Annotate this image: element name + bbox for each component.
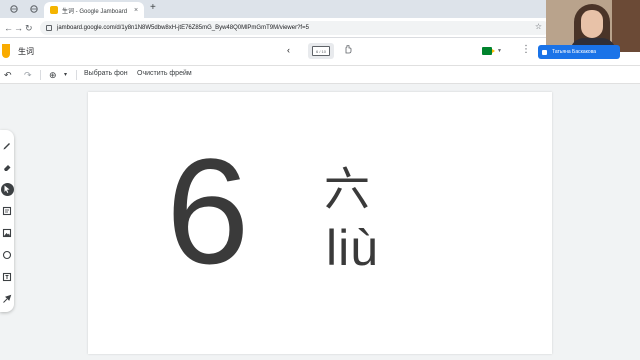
eraser-tool[interactable]	[0, 160, 14, 174]
webcam-person-face	[581, 10, 603, 38]
frame-indicator: 6 / 10	[312, 46, 330, 56]
share-button[interactable]: Татьяна Баскакова	[538, 45, 620, 59]
jamboard-toolbar: ↶ ↷ ⊕ ▾ Выбрать фон Очистить фрейм	[0, 66, 640, 84]
redo-icon[interactable]: ↷	[24, 69, 32, 81]
reload-button[interactable]: ↻	[25, 22, 33, 34]
address-bar[interactable]: jamboard.google.com/d/1y8n1N8W5dbw8xH-jt…	[40, 21, 550, 35]
tools-palette	[0, 130, 14, 312]
globe-icon	[10, 5, 18, 13]
more-options-icon[interactable]: ⋮	[521, 45, 531, 55]
tab-favicon-1[interactable]	[8, 3, 20, 15]
toolbar-divider	[76, 70, 77, 80]
circle-shape-icon	[2, 250, 12, 260]
new-tab-button[interactable]: +	[150, 2, 156, 13]
chevron-down-icon: ▼	[497, 48, 502, 54]
frame-bar-button[interactable]: 6 / 10	[308, 43, 334, 59]
tab-title: 生词 - Google Jamboard	[62, 8, 128, 15]
lock-icon	[46, 25, 52, 31]
frame-digit-text[interactable]: 6	[166, 136, 249, 286]
text-box-icon	[2, 272, 12, 282]
pen-tool[interactable]	[0, 138, 14, 152]
frame-hanzi-text[interactable]: 六	[324, 164, 370, 214]
meet-camera-icon	[482, 47, 495, 55]
share-label: Татьяна Баскакова	[552, 49, 597, 55]
browser-tab-strip: 生词 - Google Jamboard × +	[0, 0, 640, 18]
zoom-chevron-icon[interactable]: ▾	[64, 69, 67, 81]
set-background-button[interactable]: Выбрать фон	[84, 70, 128, 77]
image-icon	[2, 228, 12, 238]
clear-frame-button[interactable]: Очистить фрейм	[137, 70, 192, 77]
laser-icon	[3, 294, 12, 303]
address-url: jamboard.google.com/d/1y8n1N8W5dbw8xH-jt…	[57, 25, 309, 31]
tab-jamboard[interactable]: 生词 - Google Jamboard ×	[44, 2, 144, 18]
select-tool[interactable]	[0, 182, 14, 196]
zoom-icon[interactable]: ⊕	[49, 69, 57, 81]
meet-present-button[interactable]: ▼	[482, 45, 502, 57]
bookmark-star-icon[interactable]: ☆	[535, 22, 542, 31]
jamboard-favicon-icon	[50, 6, 58, 14]
hand-pointer-icon[interactable]	[344, 44, 352, 56]
image-tool[interactable]	[0, 226, 14, 240]
tab-favicon-2[interactable]	[28, 3, 40, 15]
previous-frame-button[interactable]: ‹	[287, 45, 290, 55]
jam-title[interactable]: 生词	[18, 46, 34, 57]
jam-frame-canvas[interactable]: 6 六 liù	[88, 92, 552, 354]
shape-tool[interactable]	[0, 248, 14, 262]
browser-toolbar: ← → ↻ jamboard.google.com/d/1y8n1N8W5dbw…	[0, 18, 640, 38]
text-box-tool[interactable]	[0, 270, 14, 284]
jamboard-logo-icon[interactable]	[2, 44, 10, 58]
laser-tool[interactable]	[0, 292, 14, 306]
eraser-icon	[4, 165, 11, 171]
undo-icon[interactable]: ↶	[4, 69, 12, 81]
select-tool-highlight	[0, 182, 14, 196]
globe-icon	[30, 5, 38, 13]
back-button[interactable]: ←	[4, 22, 13, 34]
tab-close-icon[interactable]: ×	[134, 7, 138, 14]
cursor-arrow-icon	[4, 185, 10, 193]
toolbar-divider	[40, 70, 41, 80]
sticky-note-icon	[2, 206, 12, 216]
frame-pinyin-text[interactable]: liù	[326, 220, 379, 276]
lock-icon	[542, 49, 547, 55]
forward-button[interactable]: →	[14, 22, 23, 34]
pen-icon	[3, 143, 10, 150]
sticky-note-tool[interactable]	[0, 204, 14, 218]
